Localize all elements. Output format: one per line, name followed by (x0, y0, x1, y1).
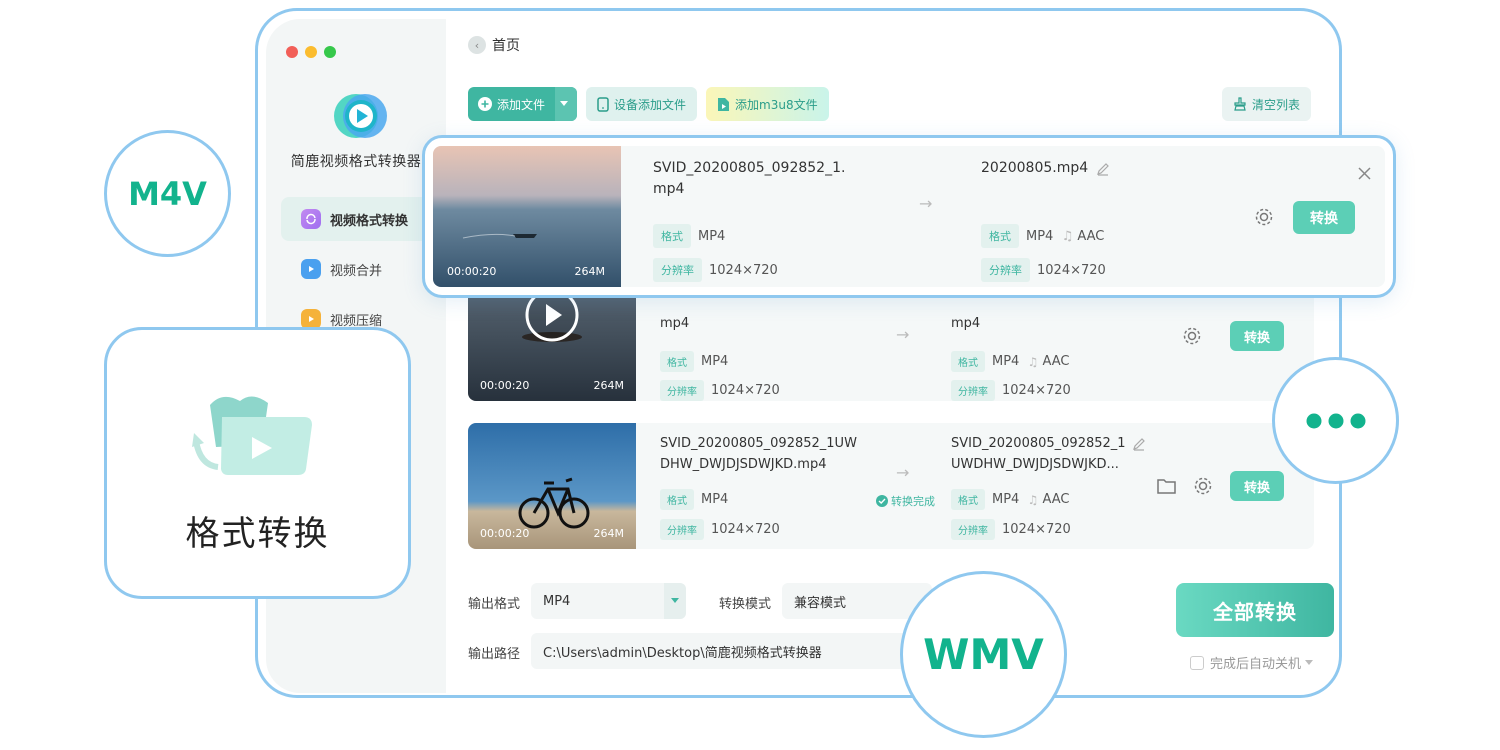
source-format: 格式 MP4 (660, 351, 728, 372)
source-resolution: 分辨率 1024×720 (660, 519, 780, 540)
output-format: 格式 MP4 ♫ AAC (981, 224, 1104, 248)
video-thumbnail[interactable]: 00:00:20 264M (433, 146, 621, 287)
add-file-label: 添加文件 (497, 97, 546, 112)
arrow-right-icon: → (919, 194, 933, 213)
format-convert-feature-card: 格式转换 (104, 327, 411, 599)
output-format: 格式 MP4 ♫ AAC (951, 489, 1070, 510)
convert-button[interactable]: 转换 (1293, 201, 1355, 234)
clear-list-button[interactable]: 清空列表 (1221, 87, 1311, 121)
sidebar-item-label: 视频格式转换 (330, 213, 409, 229)
source-format: 格式 MP4 (653, 224, 725, 248)
window-controls (286, 46, 336, 58)
chevron-down-icon[interactable] (1305, 660, 1314, 665)
close-icon[interactable] (1358, 167, 1371, 180)
settings-gear-icon[interactable] (1253, 206, 1275, 228)
sidebar-item-label: 视频压缩 (330, 313, 383, 329)
clear-list-label: 清空列表 (1251, 97, 1300, 112)
output-filename: mp4 (951, 316, 981, 331)
output-resolution: 分辨率 1024×720 (951, 519, 1071, 540)
check-circle-icon (876, 495, 888, 507)
edit-pencil-icon[interactable] (1096, 162, 1110, 176)
video-file-icon (718, 97, 730, 111)
output-resolution: 分辨率 1024×720 (981, 258, 1106, 282)
sidebar-item-merge[interactable]: 视频合并 (281, 247, 431, 291)
add-file-button[interactable]: 添加文件 (468, 87, 578, 121)
merge-icon (301, 259, 321, 279)
compress-icon (301, 309, 321, 329)
edit-pencil-icon[interactable] (1132, 437, 1146, 451)
duration: 00:00:20 (447, 265, 497, 278)
chevron-down-icon[interactable] (664, 583, 686, 619)
maximize-window-button[interactable] (324, 46, 336, 58)
source-resolution: 分辨率 1024×720 (653, 258, 778, 282)
settings-gear-icon[interactable] (1192, 475, 1214, 497)
feature-title: 格式转换 (185, 514, 330, 554)
home-label: 首页 (492, 38, 520, 54)
output-format: 格式 MP4 ♫ AAC (951, 351, 1070, 372)
source-resolution: 分辨率 1024×720 (660, 380, 780, 401)
output-filename: SVID_20200805_092852_1 UWDHW_DWJDJSDWJKD.… (951, 436, 1126, 472)
main-content: ‹ 首页 添加文件 设备添加文件 添加m3u8文件 清空列表 00:00:20 … (446, 11, 1339, 695)
video-thumbnail[interactable]: 00:00:20 264M (468, 423, 636, 549)
broom-icon (1234, 97, 1246, 111)
chevron-down-icon (559, 101, 568, 106)
convert-icon (301, 209, 321, 229)
arrow-right-icon: → (896, 325, 910, 344)
duration: 00:00:20 (480, 379, 530, 392)
toolbar: 添加文件 设备添加文件 添加m3u8文件 (468, 87, 829, 121)
output-filename: 20200805.mp4 (981, 158, 1110, 179)
auto-shutdown-option[interactable]: 完成后自动关机 (1190, 653, 1314, 672)
convert-all-button[interactable]: 全部转换 (1176, 583, 1334, 637)
m4v-badge: M4V (104, 130, 231, 257)
app-logo-icon (334, 94, 387, 138)
app-name: 简鹿视频格式转换器 (290, 154, 422, 170)
plus-circle-icon (478, 97, 492, 111)
source-filename: SVID_20200805_092852_1UW DHW_DWJDJSDWJKD.… (660, 436, 857, 472)
sidebar-item-label: 视频合并 (330, 263, 383, 279)
output-format-select[interactable]: MP4 (531, 583, 686, 619)
output-resolution: 分辨率 1024×720 (951, 380, 1071, 401)
source-filename: SVID_20200805_092852_1. mp4 (653, 160, 846, 197)
file-size: 264M (574, 265, 606, 278)
music-note-icon: ♫ (1027, 492, 1039, 507)
minimize-window-button[interactable] (305, 46, 317, 58)
add-m3u8-button[interactable]: 添加m3u8文件 (706, 87, 829, 121)
mode-label: 转换模式 (719, 597, 772, 612)
highlighted-file-card[interactable]: 00:00:20 264M SVID_20200805_092852_1. mp4… (422, 135, 1396, 298)
music-note-icon: ♫ (1061, 228, 1074, 244)
promo-stage: 简鹿视频格式转换器 视频格式转换 视频合并 视频压缩 ‹ 首页 添加文件 设备添… (0, 0, 1500, 750)
settings-gear-icon[interactable] (1181, 325, 1203, 347)
status-badge: 转换完成 (876, 493, 935, 509)
add-m3u8-label: 添加m3u8文件 (735, 97, 818, 112)
phone-icon (597, 96, 609, 112)
app-window: 简鹿视频格式转换器 视频格式转换 视频合并 视频压缩 ‹ 首页 添加文件 设备添… (255, 8, 1342, 698)
output-format-label: 输出格式 (468, 597, 521, 612)
file-size: 264M (593, 527, 625, 540)
back-arrow-icon[interactable]: ‹ (468, 36, 486, 54)
folder-icon[interactable] (1156, 476, 1178, 496)
duration: 00:00:20 (480, 527, 530, 540)
file-size: 264M (593, 379, 625, 392)
convert-button[interactable]: 转换 (1230, 321, 1284, 351)
source-filename: mp4 (660, 316, 690, 331)
add-file-dropdown[interactable] (555, 87, 578, 121)
close-window-button[interactable] (286, 46, 298, 58)
source-format: 格式 MP4 (660, 489, 728, 510)
device-add-file-label: 设备添加文件 (614, 97, 687, 112)
arrow-right-icon: → (896, 463, 910, 482)
output-path-label: 输出路径 (468, 647, 521, 662)
list-item[interactable]: 00:00:20 264M SVID_20200805_092852_1. mp4… (433, 146, 1385, 287)
device-add-file-button[interactable]: 设备添加文件 (586, 87, 698, 121)
list-item[interactable]: 00:00:20 264M SVID_20200805_092852_1UW DH… (468, 423, 1314, 549)
music-note-icon: ♫ (1027, 354, 1039, 369)
auto-shutdown-checkbox[interactable] (1190, 655, 1204, 670)
output-path-field[interactable]: C:\Users\admin\Desktop\简鹿视频格式转换器 (531, 633, 911, 669)
home-breadcrumb[interactable]: ‹ 首页 (468, 35, 520, 55)
sidebar-item-format-convert[interactable]: 视频格式转换 (281, 197, 431, 241)
more-dots-icon (1306, 413, 1365, 428)
convert-button[interactable]: 转换 (1230, 471, 1284, 501)
more-badge (1272, 357, 1399, 484)
wmv-badge: WMV (900, 571, 1067, 738)
folder-video-icon (192, 396, 312, 475)
